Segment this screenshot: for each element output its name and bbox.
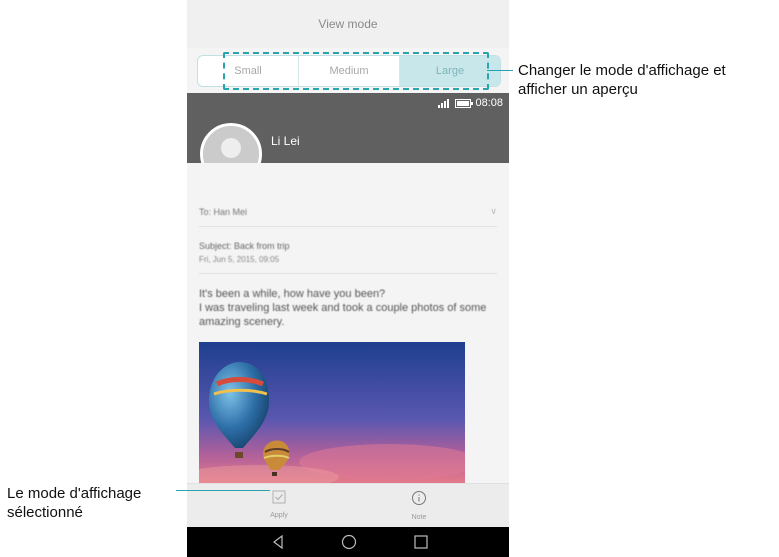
view-mode-medium[interactable]: Medium	[299, 56, 400, 86]
leader-line-bottom	[176, 490, 270, 491]
home-icon[interactable]	[341, 534, 357, 550]
divider	[199, 226, 497, 227]
back-icon[interactable]	[271, 534, 285, 550]
sender-name: Li Lei	[271, 134, 300, 148]
annotation-view-mode: Changer le mode d'affichage et afficher …	[518, 62, 726, 98]
page-title: View mode	[318, 17, 378, 31]
phone-screen: View mode Small Medium Large 08:08 Li Le…	[187, 0, 509, 557]
note-label: Note	[411, 514, 427, 521]
divider	[199, 273, 497, 274]
date-line: Fri, Jun 5, 2015, 09:05	[199, 255, 280, 264]
apply-button[interactable]: Apply	[249, 490, 309, 519]
balloon-photo	[199, 342, 465, 483]
email-body: It's been a while, how have you been? I …	[199, 287, 499, 329]
apply-label: Apply	[270, 512, 288, 519]
status-time: 08:08	[475, 97, 503, 109]
body-line-1: It's been a while, how have you been?	[199, 288, 386, 300]
battery-icon	[455, 98, 474, 108]
recent-apps-icon[interactable]	[413, 534, 429, 550]
view-mode-large[interactable]: Large	[400, 56, 500, 86]
subject-line: Subject: Back from trip	[199, 241, 290, 251]
status-bar: 08:08	[438, 97, 503, 109]
leader-line-top	[487, 70, 513, 71]
title-bar: View mode	[187, 0, 509, 48]
email-content: To: Han Mei ∨ Subject: Back from trip Fr…	[187, 163, 509, 483]
annotation-selected-mode: Le mode d'affichage sélectionné	[7, 485, 142, 521]
chevron-down-icon[interactable]: ∨	[490, 206, 497, 217]
checkbox-icon	[272, 490, 286, 504]
body-line-2: I was traveling last week and took a cou…	[199, 302, 487, 328]
signal-icon	[438, 98, 450, 108]
info-icon	[412, 491, 426, 505]
view-mode-selector: Small Medium Large	[197, 55, 501, 87]
navigation-bar	[187, 527, 509, 557]
recipient-line: To: Han Mei	[199, 207, 248, 217]
note-button[interactable]: Note	[389, 490, 449, 521]
view-mode-small[interactable]: Small	[198, 56, 299, 86]
